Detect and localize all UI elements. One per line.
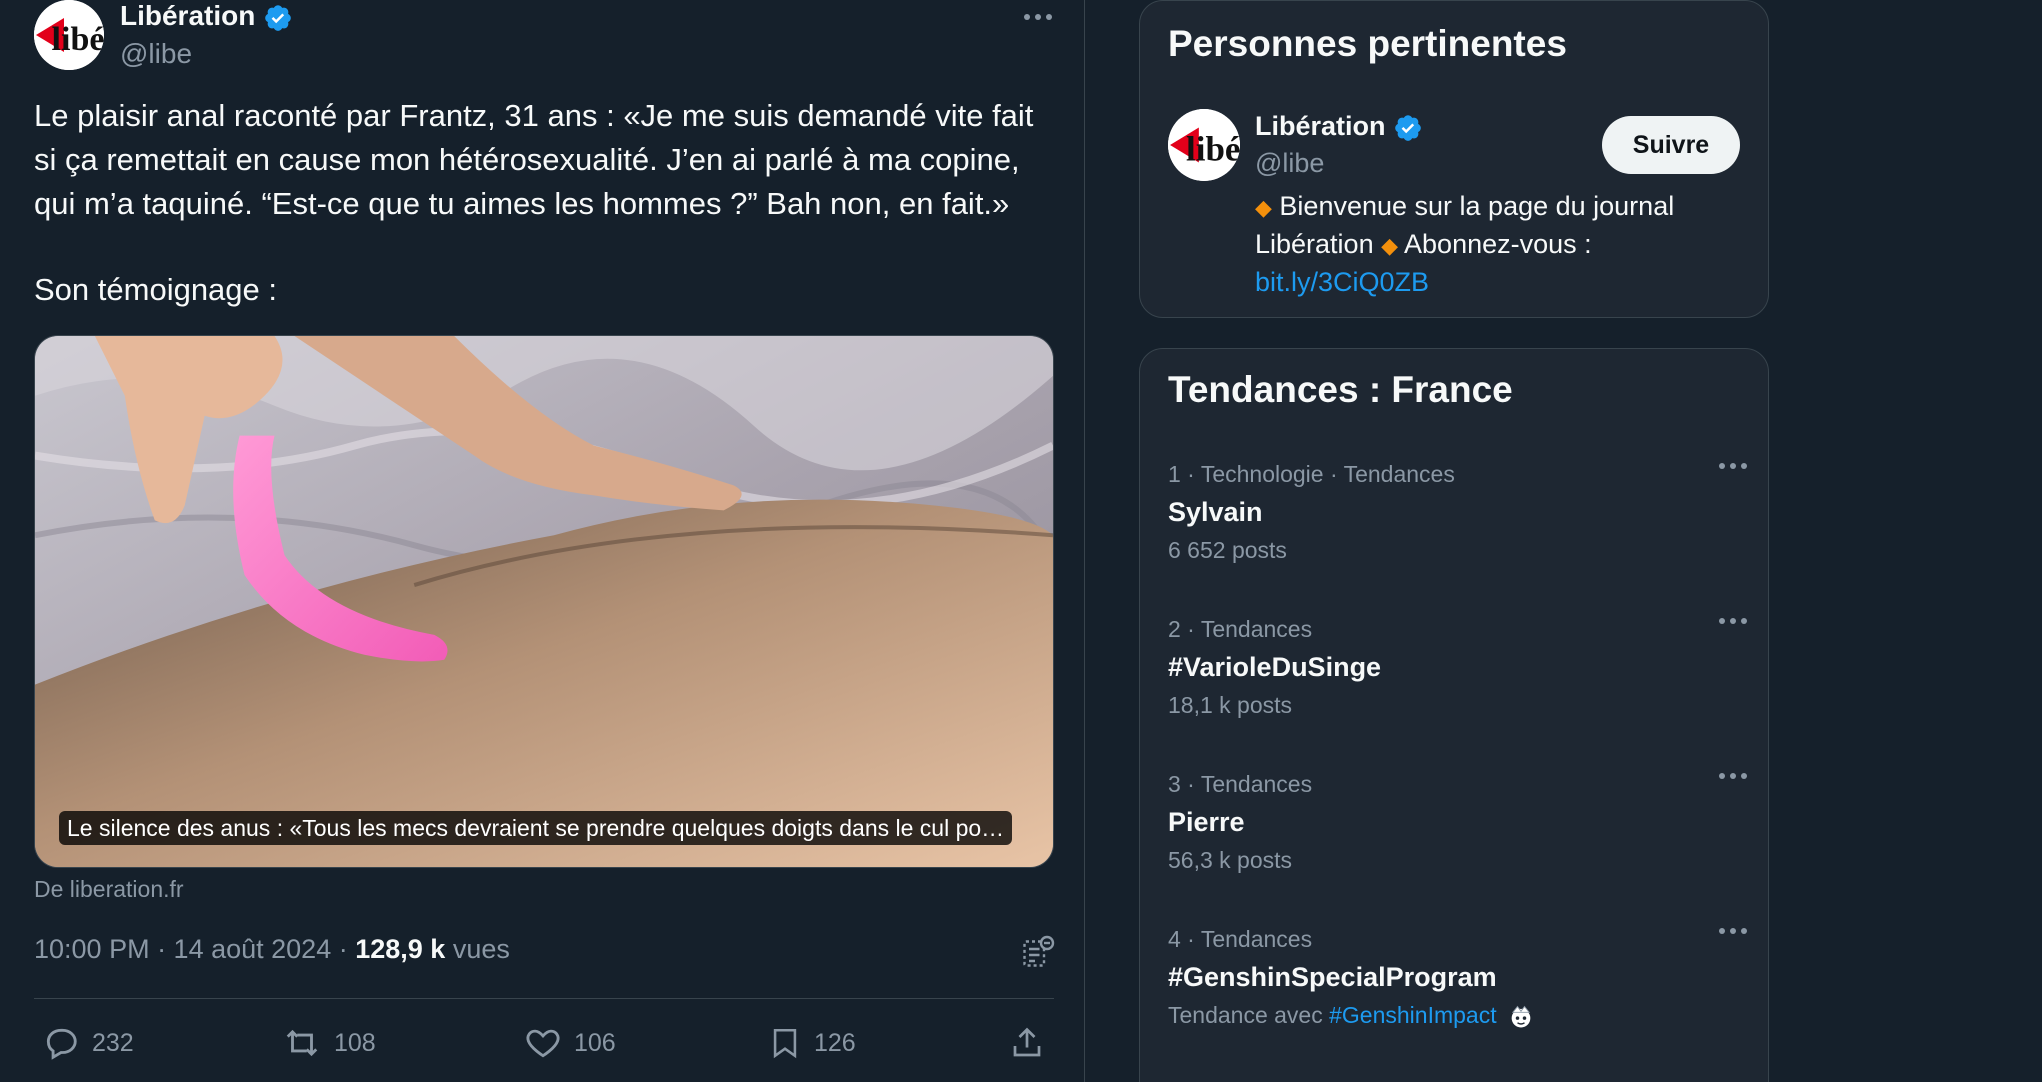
trend-item[interactable]: 4 · Tendances #GenshinSpecialProgram Ten… <box>1168 924 1748 1031</box>
relevant-people-title: Personnes pertinentes <box>1168 23 1567 64</box>
tweet-text-line: Le plaisir anal raconté par Frantz, 31 a… <box>34 98 1034 133</box>
bio-text-2: Libération <box>1255 229 1382 259</box>
reply-icon <box>46 1028 77 1060</box>
tweet-column: libé Libération @libe Le plaisir anal ra… <box>0 0 1085 1082</box>
trend-name: #VarioleDuSinge <box>1168 652 1382 682</box>
more-horizontal-icon <box>1719 773 1747 779</box>
more-horizontal-icon <box>1024 14 1052 20</box>
trend-more-button[interactable] <box>1718 459 1748 477</box>
tweet-text-line: qui m’a taquiné. “Est-ce que tu aimes le… <box>34 186 1010 221</box>
more-horizontal-icon <box>1719 928 1747 934</box>
link-card-media[interactable]: Le silence des anus : «Tous les mecs dev… <box>34 335 1054 868</box>
trend-item[interactable]: 2 · Tendances #VarioleDuSinge 18,1 k pos… <box>1168 614 1748 721</box>
views-label: vues <box>445 934 510 964</box>
bio-text-3: Abonnez-vous : <box>1398 229 1592 259</box>
divider <box>34 998 1054 999</box>
bookmark-button[interactable]: 126 <box>768 1024 856 1062</box>
diamond-icon: ◆ <box>1255 195 1272 220</box>
people-name[interactable]: Libération <box>1255 111 1423 143</box>
trend-count: 6 652 posts <box>1168 537 1287 563</box>
share-button[interactable] <box>1009 1024 1045 1062</box>
trend-count: Tendance avec #GenshinImpact <box>1168 999 1748 1031</box>
people-avatar[interactable]: libé <box>1168 109 1240 181</box>
verified-badge-icon <box>265 4 291 31</box>
link-card-caption: Le silence des anus : «Tous les mecs dev… <box>59 811 1013 845</box>
reply-button[interactable]: 232 <box>42 1024 134 1062</box>
tweet-text: Le plaisir anal raconté par Frantz, 31 a… <box>34 94 1054 312</box>
trend-count: 18,1 k posts <box>1168 692 1293 718</box>
more-horizontal-icon <box>1719 463 1747 469</box>
like-button[interactable]: 106 <box>524 1024 616 1062</box>
bio-text-1: Bienvenue sur la page du journal <box>1271 191 1675 221</box>
trend-more-button[interactable] <box>1718 614 1748 632</box>
tweet-meta: 10:00 PM · 14 août 2024 · 128,9 k vues <box>34 934 510 965</box>
diamond-icon: ◆ <box>1381 233 1399 258</box>
retweet-count: 108 <box>334 1028 376 1057</box>
people-handle[interactable]: @libe <box>1255 148 1324 179</box>
article-photo <box>35 336 1053 867</box>
trend-item[interactable]: 3 · Tendances Pierre 56,3 k posts <box>1168 769 1748 876</box>
trend-item[interactable]: 1 · Technologie · Tendances Sylvain 6 65… <box>1168 459 1748 566</box>
relevant-people-card: Personnes pertinentes libé Libération @l… <box>1139 0 1769 318</box>
trend-more-button[interactable] <box>1718 769 1748 787</box>
like-count: 106 <box>574 1028 616 1057</box>
trend-hashtag-link[interactable]: #GenshinImpact <box>1329 1002 1496 1028</box>
trend-count-prefix: Tendance avec <box>1168 1002 1330 1028</box>
analytics-button[interactable] <box>1020 934 1056 975</box>
link-source[interactable]: De liberation.fr <box>34 876 184 903</box>
tweet-text-tail: Son témoignage : <box>34 272 278 307</box>
bookmark-count: 126 <box>814 1028 856 1057</box>
author-handle[interactable]: @libe <box>120 38 192 70</box>
retweet-icon <box>286 1029 318 1057</box>
trend-name: Sylvain <box>1168 497 1263 527</box>
trend-meta: 2 · Tendances <box>1168 616 1313 642</box>
analytics-icon <box>1023 935 1055 967</box>
page: libé Libération @libe Le plaisir anal ra… <box>0 0 2042 1082</box>
tweet-text-line: si ça remettait en cause mon hétérosexua… <box>34 142 1020 177</box>
trend-name: Pierre <box>1168 807 1245 837</box>
libe-logo-icon: libé <box>1168 109 1240 181</box>
trend-name: #GenshinSpecialProgram <box>1168 962 1497 992</box>
more-options-button[interactable] <box>1023 10 1053 28</box>
heart-icon <box>526 1029 560 1058</box>
share-icon <box>1013 1027 1041 1057</box>
svg-text:libé: libé <box>1186 129 1240 168</box>
trend-meta: 3 · Tendances <box>1168 771 1313 797</box>
people-name-text[interactable]: Libération <box>1255 111 1386 141</box>
views-count: 128,9 k <box>355 934 446 964</box>
author-name-text[interactable]: Libération <box>120 0 255 31</box>
follow-button[interactable]: Suivre <box>1602 116 1740 174</box>
retweet-button[interactable]: 108 <box>282 1024 376 1062</box>
bookmark-icon <box>773 1028 797 1059</box>
trends-card: Tendances : France 1 · Technologie · Ten… <box>1139 348 1769 1082</box>
svg-text:libé: libé <box>52 21 104 58</box>
trend-meta: 1 · Technologie · Tendances <box>1168 461 1455 487</box>
author-avatar[interactable]: libé <box>34 0 104 70</box>
libe-logo-icon: libé <box>34 0 104 70</box>
tweet-timestamp[interactable]: 10:00 PM · 14 août 2024 · <box>34 934 355 964</box>
trend-count: 56,3 k posts <box>1168 847 1293 873</box>
trends-title: Tendances : France <box>1168 369 1513 410</box>
author-name[interactable]: Libération <box>120 0 293 33</box>
verified-badge-icon <box>1395 115 1421 141</box>
more-horizontal-icon <box>1719 618 1747 624</box>
people-bio: ◆ Bienvenue sur la page du journal Libér… <box>1255 188 1755 300</box>
trend-more-button[interactable] <box>1718 924 1748 942</box>
trend-meta: 4 · Tendances <box>1168 926 1313 952</box>
genshin-emoji-icon <box>1511 1005 1531 1028</box>
reply-count: 232 <box>92 1028 134 1057</box>
bio-link[interactable]: bit.ly/3CiQ0ZB <box>1255 267 1429 297</box>
